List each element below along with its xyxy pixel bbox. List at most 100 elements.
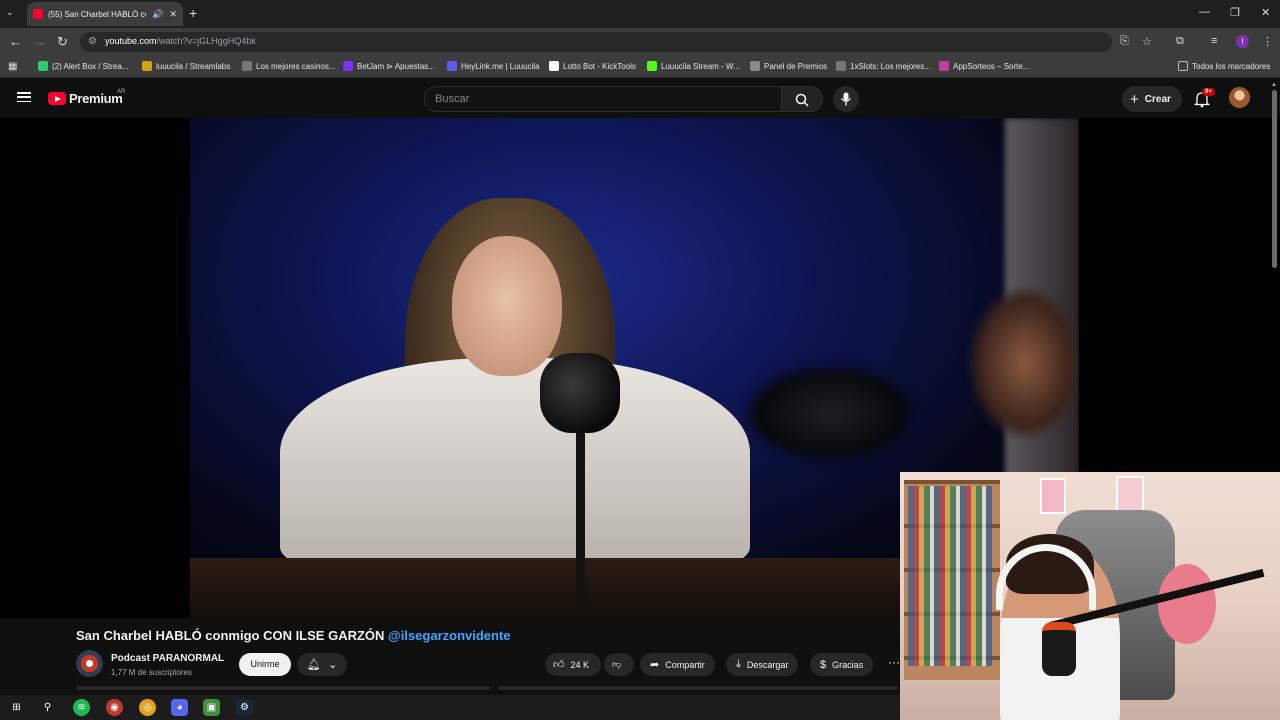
tab-close-icon[interactable]: ✕: [169, 9, 177, 20]
all-bookmarks-folder[interactable]: Todos los marcadores: [1178, 61, 1270, 71]
site-info-icon[interactable]: ⚙: [88, 36, 97, 47]
create-label: Crear: [1144, 93, 1171, 105]
video-title: San Charbel HABLÓ conmigo CON ILSE GARZÓ…: [76, 628, 511, 643]
share-arrow-icon: ➦: [650, 659, 660, 671]
media-controls-icon[interactable]: ≡: [1211, 35, 1217, 47]
profile-avatar[interactable]: l: [1236, 35, 1249, 48]
minecraft-icon[interactable]: ▣: [203, 699, 220, 716]
back-arrow-icon[interactable]: ←: [9, 34, 22, 49]
youtube-logo-icon[interactable]: [48, 92, 66, 105]
like-button[interactable]: 👍︎ 24 K: [545, 653, 601, 676]
obs-icon[interactable]: ◉: [106, 699, 123, 716]
thanks-button[interactable]: $ Gracias: [810, 653, 874, 676]
subscription-bell-button[interactable]: 🔔︎ ⌄: [297, 653, 347, 676]
description-box-edge: [76, 686, 490, 690]
chrome-menu-icon[interactable]: ⋮: [1262, 35, 1273, 48]
youtube-favicon-icon: [33, 9, 43, 19]
scroll-up-icon[interactable]: ▲: [1271, 82, 1277, 88]
url-text[interactable]: youtube.com/watch?v=jGLHggHQ4bk: [105, 36, 256, 46]
notification-badge: 9+: [1202, 88, 1215, 96]
address-bar[interactable]: ⚙ youtube.com/watch?v=jGLHggHQ4bk ⎘ ☆: [80, 32, 1152, 52]
search-icon: [795, 93, 809, 107]
bookmark-favicon-icon: [647, 61, 657, 71]
bookmark-item[interactable]: AppSorteos – Sorte...: [939, 61, 1030, 71]
windows-start-icon[interactable]: ⊞: [8, 699, 25, 716]
subscriber-count: 1,77 M de suscriptores: [111, 668, 192, 677]
search-button[interactable]: [781, 86, 823, 112]
search-box: [424, 86, 782, 112]
plus-icon: +: [1130, 90, 1139, 108]
microphone-icon: [840, 92, 852, 106]
podcast-microphone: [540, 353, 620, 433]
bookmark-label: 1xSlots: Los mejores...: [850, 61, 931, 71]
bookmark-favicon-icon: [549, 61, 559, 71]
reload-icon[interactable]: ↻: [57, 34, 68, 50]
minimize-icon[interactable]: —: [1199, 6, 1210, 18]
bookmark-label: BetJam ⊳ Apuestas...: [357, 61, 435, 71]
download-icon: ⤓: [736, 658, 741, 670]
bell-icon: 🔔︎: [306, 659, 321, 671]
bookmark-item[interactable]: (2) Alert Box / Strea...: [38, 61, 128, 71]
bookmark-label: (2) Alert Box / Strea...: [52, 61, 129, 71]
youtube-brand[interactable]: Premium: [69, 91, 123, 106]
bookmark-favicon-icon: [38, 61, 48, 71]
bookmark-star-icon[interactable]: ☆: [1142, 35, 1152, 48]
more-actions-button[interactable]: ···: [888, 655, 900, 669]
folder-icon: [1178, 61, 1188, 71]
channel-name[interactable]: Podcast PARANORMAL: [111, 653, 224, 664]
bookmark-item[interactable]: Lotto Bot - KickTools: [549, 61, 636, 71]
new-tab-button[interactable]: +: [189, 5, 197, 21]
chevron-down-icon: ⌄: [328, 659, 338, 671]
join-button[interactable]: Unirme: [239, 653, 291, 676]
account-avatar[interactable]: [1229, 87, 1250, 108]
window-close-icon[interactable]: ✕: [1261, 6, 1270, 19]
restore-icon[interactable]: ❐: [1230, 6, 1240, 19]
steam-icon[interactable]: ⚙: [236, 699, 253, 716]
bookmark-label: HeyLink.me | Luuucila: [461, 61, 540, 71]
bookmark-favicon-icon: [939, 61, 949, 71]
country-code: AR: [117, 89, 126, 95]
bookmark-item[interactable]: Luuucila Stream - W...: [647, 61, 740, 71]
like-count: 24 K: [570, 659, 590, 670]
extensions-icon[interactable]: ⧉: [1176, 35, 1184, 48]
bookmark-label: luuucila / Streamlabs: [156, 61, 231, 71]
bookmark-item[interactable]: Panel de Premios: [750, 61, 827, 71]
tab-search-icon[interactable]: ⌄: [6, 7, 14, 18]
bookmark-item[interactable]: HeyLink.me | Luuucila: [447, 61, 540, 71]
streamer-webcam-overlay: [900, 472, 1280, 720]
browser-tab-active[interactable]: (55) San Charbel HABLÓ co 🔊 ✕: [27, 2, 183, 26]
browser-tab-strip: ⌄ (55) San Charbel HABLÓ co 🔊 ✕ + — ❐ ✕: [0, 0, 1280, 28]
share-button[interactable]: ➦ Compartir: [640, 653, 715, 676]
search-input[interactable]: [435, 93, 765, 105]
youtube-header: Premium AR + Crear 9+: [0, 78, 1280, 118]
channel-avatar[interactable]: [76, 650, 103, 677]
menu-icon[interactable]: [17, 92, 31, 103]
bookmark-item[interactable]: Los mejores casinos...: [242, 61, 336, 71]
bookmark-item[interactable]: BetJam ⊳ Apuestas...: [343, 61, 435, 71]
browser-toolbar: ← → ↻ ⚙ youtube.com/watch?v=jGLHggHQ4bk …: [0, 28, 1280, 56]
apps-grid-icon[interactable]: ▦: [8, 61, 17, 72]
bookmark-favicon-icon: [242, 61, 252, 71]
voice-search-button[interactable]: [833, 86, 859, 112]
download-button[interactable]: ⤓ Descargar: [726, 653, 799, 676]
page-scrollbar[interactable]: [1272, 90, 1277, 268]
tab-title: (55) San Charbel HABLÓ co: [48, 9, 147, 19]
dislike-button[interactable]: 👎︎: [604, 653, 634, 676]
discord-icon[interactable]: ◕: [171, 699, 188, 716]
tab-audio-icon[interactable]: 🔊: [152, 9, 163, 20]
create-button[interactable]: + Crear: [1122, 86, 1182, 112]
taskbar-search-icon[interactable]: ⚲: [39, 699, 56, 716]
bookmarks-bar: ▦ (2) Alert Box / Strea... luuucila / Str…: [0, 56, 1280, 78]
bookmark-item[interactable]: luuucila / Streamlabs: [142, 61, 230, 71]
bookmark-favicon-icon: [836, 61, 846, 71]
bookmark-label: Los mejores casinos...: [256, 61, 336, 71]
bookmark-label: AppSorteos – Sorte...: [953, 61, 1030, 71]
bookmark-label: Luuucila Stream - W...: [661, 61, 740, 71]
forward-arrow-icon[interactable]: →: [33, 34, 46, 49]
chrome-icon[interactable]: ◎: [139, 699, 156, 716]
title-mention-link[interactable]: @ilsegarzonvidente: [388, 628, 510, 643]
bookmark-favicon-icon: [343, 61, 353, 71]
spotify-icon[interactable]: ≋: [73, 699, 90, 716]
bookmark-item[interactable]: 1xSlots: Los mejores...: [836, 61, 931, 71]
install-app-icon[interactable]: ⎘: [1120, 35, 1129, 48]
